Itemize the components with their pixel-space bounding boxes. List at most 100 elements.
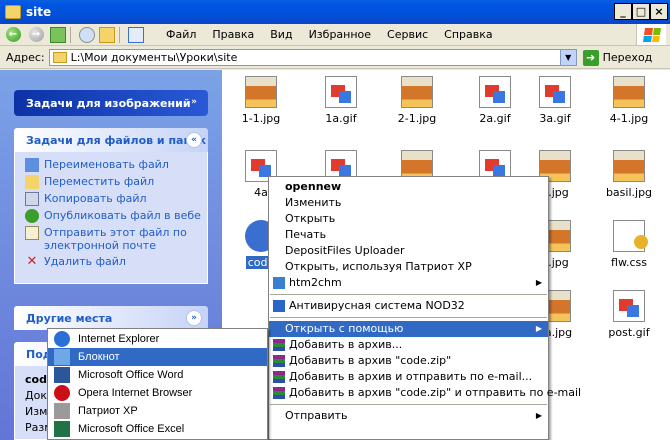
context-menu-item[interactable]: Печать xyxy=(269,227,548,243)
context-menu-item[interactable]: Открыть с помощью ▶ xyxy=(269,321,548,337)
open-with-submenu: Internet Explorer Блокнот Microsoft Office… xyxy=(47,328,268,440)
task-move[interactable]: Переместить файл xyxy=(25,175,207,189)
folder-icon xyxy=(52,52,67,63)
file-item[interactable]: 1-1.jpg xyxy=(226,76,296,125)
context-menu-item[interactable]: opennew xyxy=(269,179,548,195)
task-publish[interactable]: Опубликовать файл в вебе xyxy=(25,209,207,223)
file-name: 4-1.jpg xyxy=(609,112,649,125)
context-menu-item[interactable]: Добавить в архив "code.zip" xyxy=(269,353,548,369)
jpg-file-icon xyxy=(613,76,645,108)
patriot-icon xyxy=(54,403,70,419)
context-menu-item[interactable]: Открыть, используя Патриот XP xyxy=(269,259,548,275)
file-tasks-header[interactable]: Задачи для файлов и папок « xyxy=(14,128,208,152)
rename-icon xyxy=(25,158,39,172)
toolbar-separator xyxy=(119,26,120,43)
menu-tools[interactable]: Сервис xyxy=(379,28,436,41)
open-with-item[interactable]: Блокнот xyxy=(48,348,267,366)
address-input[interactable]: L:\Мои документы\Уроки\site ▼ xyxy=(48,49,577,66)
task-delete[interactable]: ✕ Удалить файл xyxy=(25,255,207,269)
menu-file[interactable]: Файл xyxy=(158,28,204,41)
file-item[interactable]: 3a.gif xyxy=(520,76,590,125)
forward-button[interactable]: → xyxy=(26,26,46,44)
up-folder-icon[interactable] xyxy=(50,26,66,43)
chevron-down-icon[interactable]: ▼ xyxy=(559,50,576,65)
file-item[interactable]: flw.css xyxy=(594,220,664,269)
address-label: Адрес: xyxy=(6,51,45,64)
menu-edit[interactable]: Правка xyxy=(204,28,262,41)
address-value: L:\Мои документы\Уроки\site xyxy=(70,51,238,64)
maximize-button[interactable]: □ xyxy=(632,3,650,20)
title-bar: site _ □ × xyxy=(0,0,670,24)
file-item[interactable]: 2-1.jpg xyxy=(382,76,452,125)
file-name: 1-1.jpg xyxy=(241,112,281,125)
htm2chm-icon xyxy=(273,277,285,289)
jpg-file-icon xyxy=(613,150,645,182)
context-menu-item[interactable]: DepositFiles Uploader xyxy=(269,243,548,259)
window-title: site xyxy=(26,5,52,19)
open-with-item[interactable]: Opera Internet Browser xyxy=(48,384,267,402)
file-item[interactable]: basil.jpg xyxy=(594,150,664,199)
task-rename[interactable]: Переименовать файл xyxy=(25,158,207,172)
chevron-down-icon[interactable]: » xyxy=(186,94,202,110)
chevron-up-icon[interactable]: « xyxy=(186,132,202,148)
file-tasks-title: Задачи для файлов и папок xyxy=(26,133,207,147)
go-button[interactable]: ➜ Переход xyxy=(582,49,652,66)
other-places-header[interactable]: Другие места » xyxy=(14,306,208,330)
gif-file-icon xyxy=(479,76,511,108)
search-icon[interactable] xyxy=(79,26,95,43)
open-with-item[interactable]: Патриот XP xyxy=(48,402,267,420)
file-tasks-list: Переименовать файл Переместить файл Копи… xyxy=(14,152,208,284)
excel-icon xyxy=(54,421,70,437)
context-menu-item[interactable]: Добавить в архив... xyxy=(269,337,548,353)
folder-icon xyxy=(5,5,21,19)
file-item[interactable]: post.gif xyxy=(594,290,664,339)
image-tasks-header[interactable]: Задачи для изображений » xyxy=(14,90,208,116)
gif-file-icon xyxy=(325,76,357,108)
email-icon xyxy=(25,226,39,240)
image-tasks-title: Задачи для изображений xyxy=(26,96,191,110)
context-menu-item[interactable]: Добавить в архив "code.zip" и отправить … xyxy=(269,385,581,401)
menu-favorites[interactable]: Избранное xyxy=(301,28,379,41)
submenu-arrow-icon: ▶ xyxy=(535,324,542,333)
file-item[interactable]: 1a.gif xyxy=(306,76,376,125)
gif-file-icon xyxy=(539,76,571,108)
menu-help[interactable]: Справка xyxy=(436,28,500,41)
context-menu-item[interactable]: Открыть xyxy=(269,211,548,227)
task-email[interactable]: Отправить этот файл по электронной почте xyxy=(25,226,195,252)
open-with-item[interactable]: Microsoft Office Word xyxy=(48,366,267,384)
winrar-icon xyxy=(273,339,285,351)
submenu-arrow-icon: ▶ xyxy=(535,278,542,287)
file-name: post.gif xyxy=(608,326,650,339)
folders-icon[interactable] xyxy=(99,26,115,43)
open-with-item[interactable]: Microsoft Office Excel xyxy=(48,420,267,438)
context-menu-item[interactable]: htm2chm ▶ xyxy=(269,275,548,291)
back-button[interactable]: ← xyxy=(3,26,23,44)
delete-icon: ✕ xyxy=(26,254,38,269)
open-with-item[interactable]: Internet Explorer xyxy=(48,330,267,348)
menu-separator xyxy=(270,317,547,318)
ie-icon xyxy=(54,331,70,347)
menu-view[interactable]: Вид xyxy=(262,28,300,41)
forward-arrow-icon: → xyxy=(28,27,44,42)
views-icon[interactable] xyxy=(128,26,144,43)
toolbar-separator xyxy=(70,26,71,43)
close-button[interactable]: × xyxy=(650,3,668,20)
menu-bar: Файл Правка Вид Избранное Сервис Справка xyxy=(158,28,501,41)
task-copy[interactable]: Копировать файл xyxy=(25,192,207,206)
context-menu-item[interactable]: Добавить в архив и отправить по e-mail..… xyxy=(269,369,548,385)
file-item[interactable]: 4-1.jpg xyxy=(594,76,664,125)
file-name: 3a.gif xyxy=(539,112,571,125)
context-menu-item[interactable]: Антивирусная система NOD32 xyxy=(269,298,548,314)
publish-icon xyxy=(25,209,39,223)
other-places-title: Другие места xyxy=(26,311,113,325)
minimize-button[interactable]: _ xyxy=(614,3,632,20)
context-menu-item[interactable]: Отправить ▶ xyxy=(269,408,548,424)
css-file-icon xyxy=(613,220,648,252)
windows-logo-icon xyxy=(636,24,666,45)
toolbar: ← → Файл Правка Вид Избранное Сервис Спр… xyxy=(0,24,670,46)
context-menu-item[interactable]: Изменить xyxy=(269,195,548,211)
file-name: flw.css xyxy=(611,256,647,269)
chevron-down-icon[interactable]: » xyxy=(186,310,202,326)
winrar-icon xyxy=(273,371,285,383)
nod32-icon xyxy=(273,300,285,312)
